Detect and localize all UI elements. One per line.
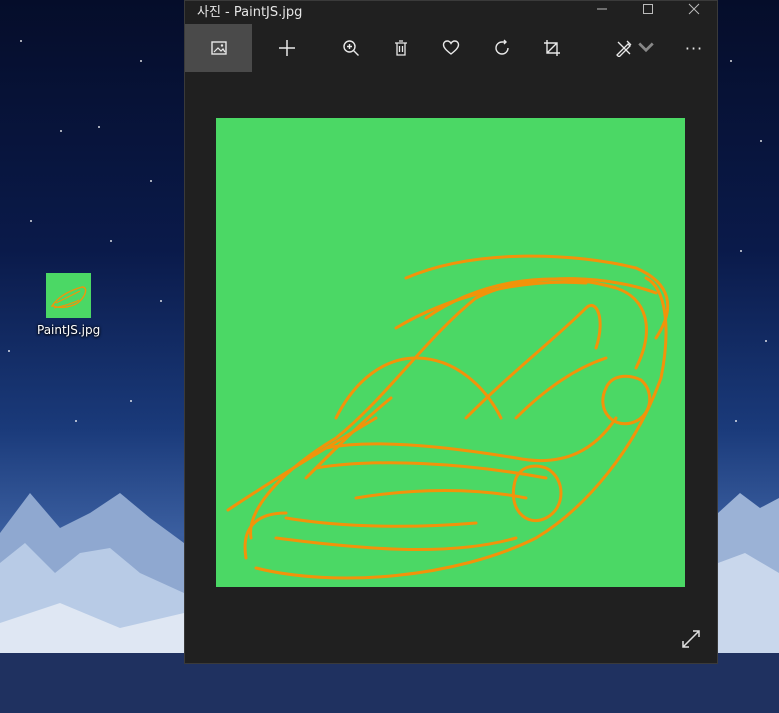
fullscreen-button[interactable]: [681, 629, 701, 649]
crop-icon: [544, 40, 560, 56]
add-icon: [279, 40, 295, 56]
zoom-icon: [343, 40, 359, 56]
zoom-button[interactable]: [331, 24, 371, 72]
toolbar: ···: [185, 24, 717, 74]
close-icon: [688, 3, 700, 14]
edit-draw-icon: [616, 40, 632, 57]
expand-icon: [682, 630, 700, 648]
edit-draw-button[interactable]: [613, 24, 657, 72]
favorite-icon: [442, 40, 460, 55]
photo-canvas: [216, 118, 685, 587]
desktop-file-icon[interactable]: PaintJS.jpg: [37, 270, 101, 337]
favorite-button[interactable]: [431, 24, 471, 72]
more-button[interactable]: ···: [674, 24, 714, 72]
maximize-icon: [643, 3, 653, 14]
delete-button[interactable]: [381, 24, 421, 72]
minimize-button[interactable]: [579, 3, 625, 18]
maximize-button[interactable]: [625, 3, 671, 18]
delete-icon: [395, 40, 407, 56]
view-image-button[interactable]: [185, 24, 252, 72]
car-sketch: [226, 254, 670, 580]
window-title: 사진 - PaintJS.jpg: [197, 4, 303, 20]
add-button[interactable]: [267, 24, 307, 72]
close-button[interactable]: [671, 3, 717, 18]
file-label: PaintJS.jpg: [37, 323, 101, 337]
rotate-icon: [495, 39, 509, 55]
chevron-down-icon: [638, 42, 654, 53]
image-icon: [210, 41, 227, 55]
minimize-icon: [597, 8, 607, 9]
title-bar: 사진 - PaintJS.jpg: [185, 1, 717, 20]
file-thumbnail: [45, 273, 91, 318]
photos-window: 사진 - PaintJS.jpg ···: [184, 0, 718, 664]
rotate-button[interactable]: [482, 24, 522, 72]
crop-button[interactable]: [532, 24, 572, 72]
